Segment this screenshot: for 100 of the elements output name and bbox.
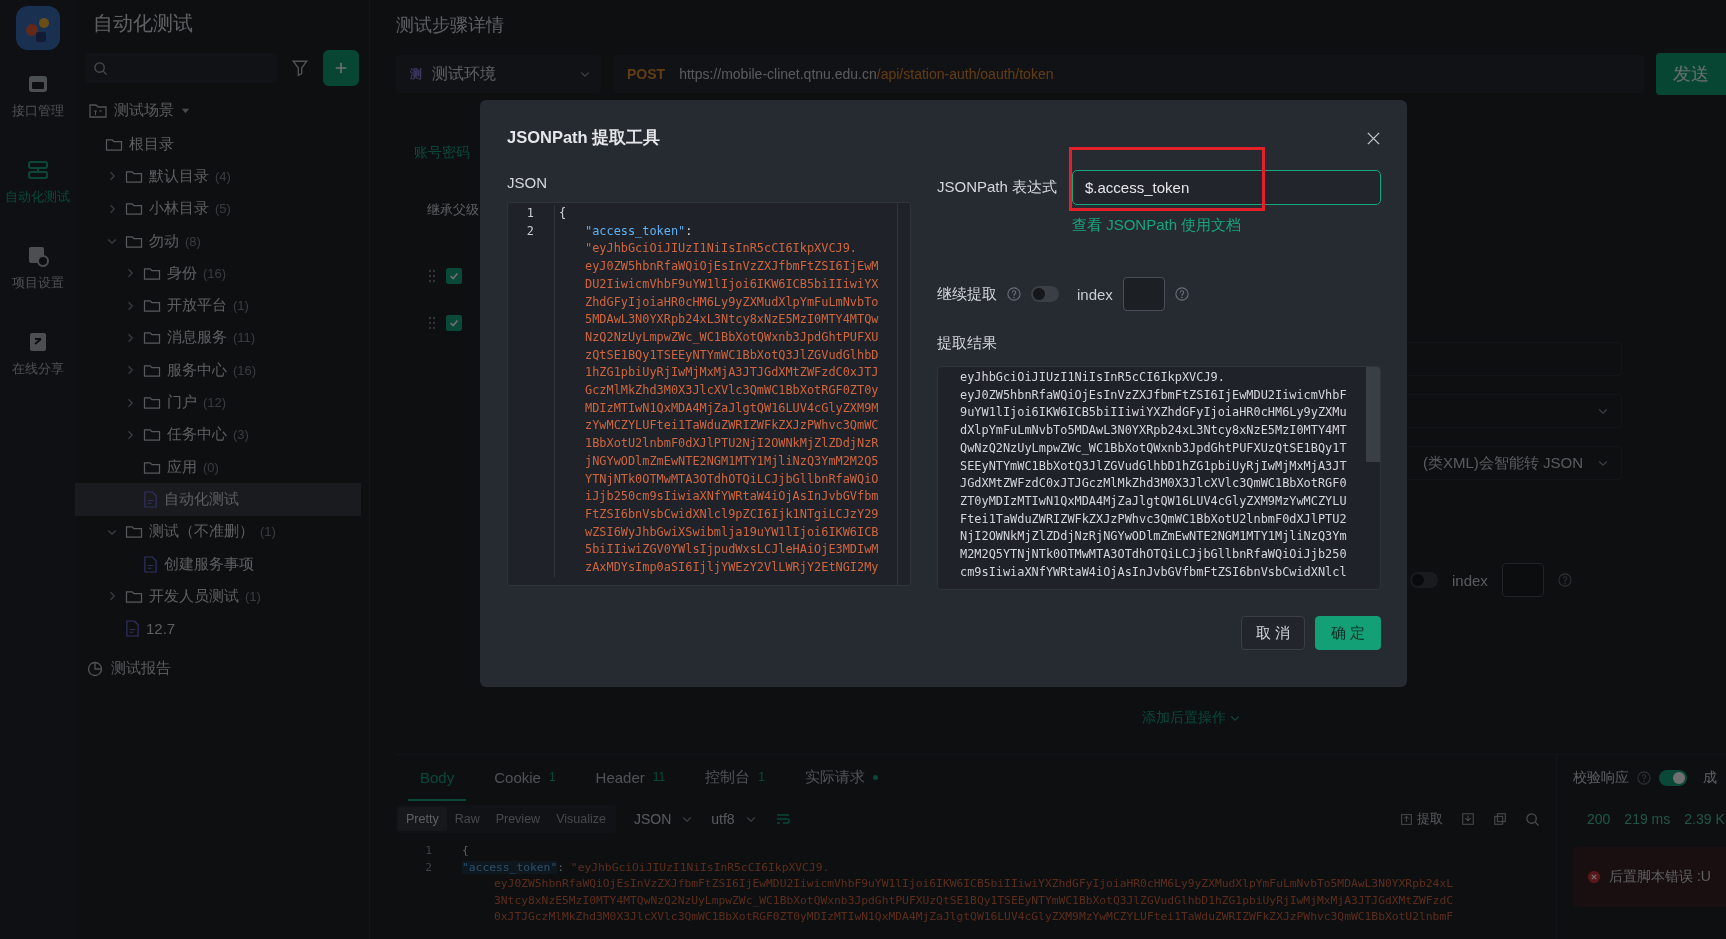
search-icon bbox=[93, 60, 108, 76]
section-label: JSON bbox=[507, 173, 548, 193]
checkbox[interactable] bbox=[446, 314, 462, 331]
help-icon[interactable] bbox=[1557, 573, 1572, 587]
filter-icon[interactable] bbox=[291, 59, 309, 77]
folder-icon bbox=[143, 330, 161, 346]
code-line: 5MDAwL3N0YXRpb24xL3Ntcy8xNzE5MzI0MTY4MTQw bbox=[584, 311, 880, 329]
code-line: ZhdGFyIjoiaHR0cHM6Ly9yZXMudXlpYmFuLmNvbTo bbox=[584, 293, 880, 311]
code-line: eyJ0ZW5hbnRfaWQiOjEsInVzZXJfbmFtZSI6IjEwMDU2IiwicmVhbF9uYW1lIjoi6IKW6ICB5biIIiwiYXZhdGFyIjoiaHR0cHM6Ly9yZXMudXlpYmFuLmNvbTo5MDAwL3N0YXRpb24xL bbox=[493, 876, 1453, 892]
send-button[interactable]: 发送 bbox=[1656, 53, 1726, 95]
response-tab[interactable]: Body bbox=[408, 755, 467, 801]
nav-item[interactable]: 在线分享 bbox=[11, 330, 64, 416]
download-icon[interactable] bbox=[1461, 812, 1475, 826]
response-tab[interactable]: 实际请求 bbox=[792, 755, 890, 801]
response-size: 2.39 K bbox=[1684, 811, 1725, 827]
response-tab[interactable]: 控制台 1 bbox=[693, 755, 777, 801]
drag-handle-icon[interactable] bbox=[428, 268, 436, 283]
environment-select[interactable]: 测 测试环境 bbox=[396, 55, 601, 93]
app-logo[interactable] bbox=[15, 6, 60, 50]
page-title: 测试步骤详情 bbox=[396, 14, 505, 37]
code-line: Ftei1TaWduZWRIZWFkZXJzPWhvc3QmWC1BbXotU2lnbmF0dXJlPTU2 bbox=[960, 510, 1348, 528]
code-line: YTNjNTk0OTMwMTA3OTdhOTQiLCJjbGllbnRfaWQiO bbox=[584, 470, 880, 488]
folder-icon bbox=[125, 588, 143, 604]
code-line: 0xJTJGczMlMkZhd3M0X3JlcXVlc3QmWC1BbXotRGF0ZT0yMDIzMTIwN1QxMDA4MjZaJlgtQW16LUV4cGlyZXM9MzYwMCZYLUFtei1TaWduZWRIZWFkZXJzPWhvc3QmWC1BbXotU2lnbmF bbox=[493, 909, 1453, 925]
auth-tab[interactable]: 账号密码 bbox=[414, 136, 470, 168]
dialog-title: JSONPath 提取工具 bbox=[507, 127, 661, 148]
environment-letter: 测 bbox=[410, 65, 422, 83]
confirm-button[interactable]: 确 定 bbox=[1315, 616, 1381, 650]
folder-icon bbox=[143, 459, 161, 475]
report-link[interactable]: 测试报告 bbox=[75, 650, 369, 687]
encoding-select[interactable]: utf8 bbox=[711, 811, 757, 827]
help-icon[interactable] bbox=[1007, 287, 1021, 301]
code-line: zYwMCZYLUFtei1TaWduZWRIZWFkZXJzPWhvc3QmWC bbox=[584, 417, 880, 435]
code-line: iJjb250cm9sIiwiaXNfYWRtaW4iOjAsInJvbGVfbm bbox=[584, 488, 880, 506]
folder-icon bbox=[89, 102, 107, 118]
code-line: zAxMDYsImp0aSI6IjljYWEzY2VlLWRjY2EtNGI2My bbox=[584, 559, 880, 577]
tree-item[interactable]: 创建服务事项 bbox=[75, 547, 361, 581]
wrap-lines-icon[interactable] bbox=[774, 811, 791, 827]
code-line: 1BbXotU2lnbmF0dXJlPTU2NjI2OWNkMjZlZDdjNzR bbox=[584, 435, 880, 453]
code-line: NjI2OWNkMjZlZDdjNzRjNGYwODlmZmEwNTE2NGM1MTY1MjliNzQ3Ym bbox=[960, 528, 1348, 546]
status-code: 200 bbox=[1587, 811, 1611, 827]
method-label: POST bbox=[627, 66, 666, 82]
docs-link[interactable]: 查看 JSONPath 使用文档 bbox=[1072, 216, 1381, 276]
nav-item[interactable]: 项目设置 bbox=[11, 244, 64, 330]
error-message: 后置脚本错误 :U bbox=[1609, 868, 1711, 886]
tree-item[interactable]: 12.7 bbox=[75, 612, 361, 645]
index-field[interactable] bbox=[1122, 277, 1165, 311]
folder-icon bbox=[125, 524, 143, 540]
toggle-switch[interactable] bbox=[1659, 770, 1687, 786]
view-mode-option[interactable]: Pretty bbox=[398, 807, 447, 831]
close-icon[interactable] bbox=[1366, 130, 1381, 146]
folder-icon bbox=[143, 265, 161, 281]
tree-item[interactable]: 自动化测试 bbox=[75, 483, 361, 516]
search-field[interactable] bbox=[85, 53, 277, 83]
code-line: "access_token": bbox=[584, 222, 694, 240]
copy-icon[interactable] bbox=[1493, 812, 1507, 826]
line-number: 2 bbox=[525, 222, 534, 240]
file-icon bbox=[125, 620, 140, 638]
drag-handle-icon[interactable] bbox=[428, 315, 436, 330]
cancel-button[interactable]: 取 消 bbox=[1241, 616, 1305, 650]
code-line: DU2IiwicmVhbF9uYW1lIjoi6IKW6ICB5biIIiwiYX bbox=[584, 275, 880, 293]
plus-icon bbox=[334, 61, 348, 75]
inherit-label: 继承父级 bbox=[427, 201, 479, 219]
extract-button[interactable]: 提取 bbox=[1400, 810, 1443, 828]
code-line: "eyJhbGciOiJIUzI1NiIsInR5cCI6IkpXVCJ9. bbox=[584, 240, 859, 258]
response-tab[interactable]: Cookie 1 bbox=[482, 755, 568, 801]
scrollbar[interactable] bbox=[1366, 367, 1380, 462]
code-line: ZT0yMDIzMTIwN1QxMDA4MjZaJlgtQW16LUV4cGlyZXM9MzYwMCZYLU bbox=[960, 492, 1348, 510]
file-icon bbox=[143, 555, 158, 573]
code-line: wZSI6WyJhbGwiXSwibmlja19uYW1lIjoi6IKW6ICB bbox=[584, 523, 880, 541]
response-tab[interactable]: Header 11 bbox=[583, 755, 678, 801]
panel-title: 自动化测试 bbox=[92, 11, 194, 36]
code-line: QwNzQ2NzUyLmpwZWc_WC1BbXotQWxnb3JpdGhtPUFXUzQtSE1BQy1T bbox=[960, 439, 1348, 457]
code-line: SEEyNTYmWC1BbXotQ3JlZGVudGlhbD1hZG1pbiUyRjIwMjMxMjA3JT bbox=[960, 457, 1348, 475]
code-line: JGdXMtZWFzdC0xJTJGczMlMkZhd3M0X3JlcXVlc3QmWC1BbXotRGF0 bbox=[960, 475, 1348, 493]
scene-label[interactable]: 测试场景 bbox=[114, 100, 174, 120]
add-button[interactable] bbox=[323, 50, 359, 86]
toggle-switch[interactable] bbox=[1031, 286, 1059, 302]
folder-icon bbox=[125, 201, 143, 217]
code-line: zQtSE1BQy1TSEEyNTYmWC1BbXotQ3JlZGVudGlhbD bbox=[584, 346, 880, 364]
checkbox[interactable] bbox=[446, 267, 462, 284]
code-line: 9uYW1lIjoi6IKW6ICB5biIIiwiYXZhdGFyIjoiaHR0cHM6Ly9yZXMu bbox=[960, 404, 1348, 422]
code-line: { bbox=[559, 205, 568, 222]
tree-item[interactable]: 根目录 bbox=[75, 128, 361, 161]
code-line: cm9sIiwiaXNfYWRtaW4iOjAsInJvbGVfbmFtZSI6bnVsbCwidXNlcl bbox=[960, 563, 1348, 581]
code-line: M2M2Q5YTNjNTk0OTMwMTA3OTdhOTQiLCJjbGllbnRfaWQiOiJjb250 bbox=[960, 546, 1348, 564]
format-select[interactable]: JSON bbox=[633, 811, 694, 827]
code-line: eyJ0ZW5hbnRfaWQiOjEsInVzZXJfbmFtZSI6IjEwM bbox=[584, 258, 880, 276]
code-line: MDIzMTIwN1QxMDA4MjZaJlgtQW16LUV4cGlyZXM9M bbox=[584, 399, 880, 417]
code-line: 1hZG1pbiUyRjIwMjMxMjA3JTJGdXMtZWFzdC0xJTJ bbox=[584, 364, 880, 382]
index-label: index bbox=[1077, 285, 1113, 303]
code-line: NzQ2NzUyLmpwZWc_WC1BbXotQWxnb3JpdGhtPUFXU bbox=[584, 328, 880, 346]
expression-field[interactable]: $.access_token bbox=[1072, 169, 1381, 205]
index-label: index bbox=[1452, 571, 1488, 589]
help-icon[interactable] bbox=[1637, 771, 1651, 785]
url-text: https://mobile-clinet.qtnu.edu.cn/api/station-auth/oauth/token bbox=[679, 66, 1054, 82]
help-icon[interactable] bbox=[1174, 287, 1189, 301]
file-icon bbox=[143, 490, 158, 508]
search-icon[interactable] bbox=[1525, 811, 1540, 827]
cut-label: 成 bbox=[1703, 769, 1717, 787]
